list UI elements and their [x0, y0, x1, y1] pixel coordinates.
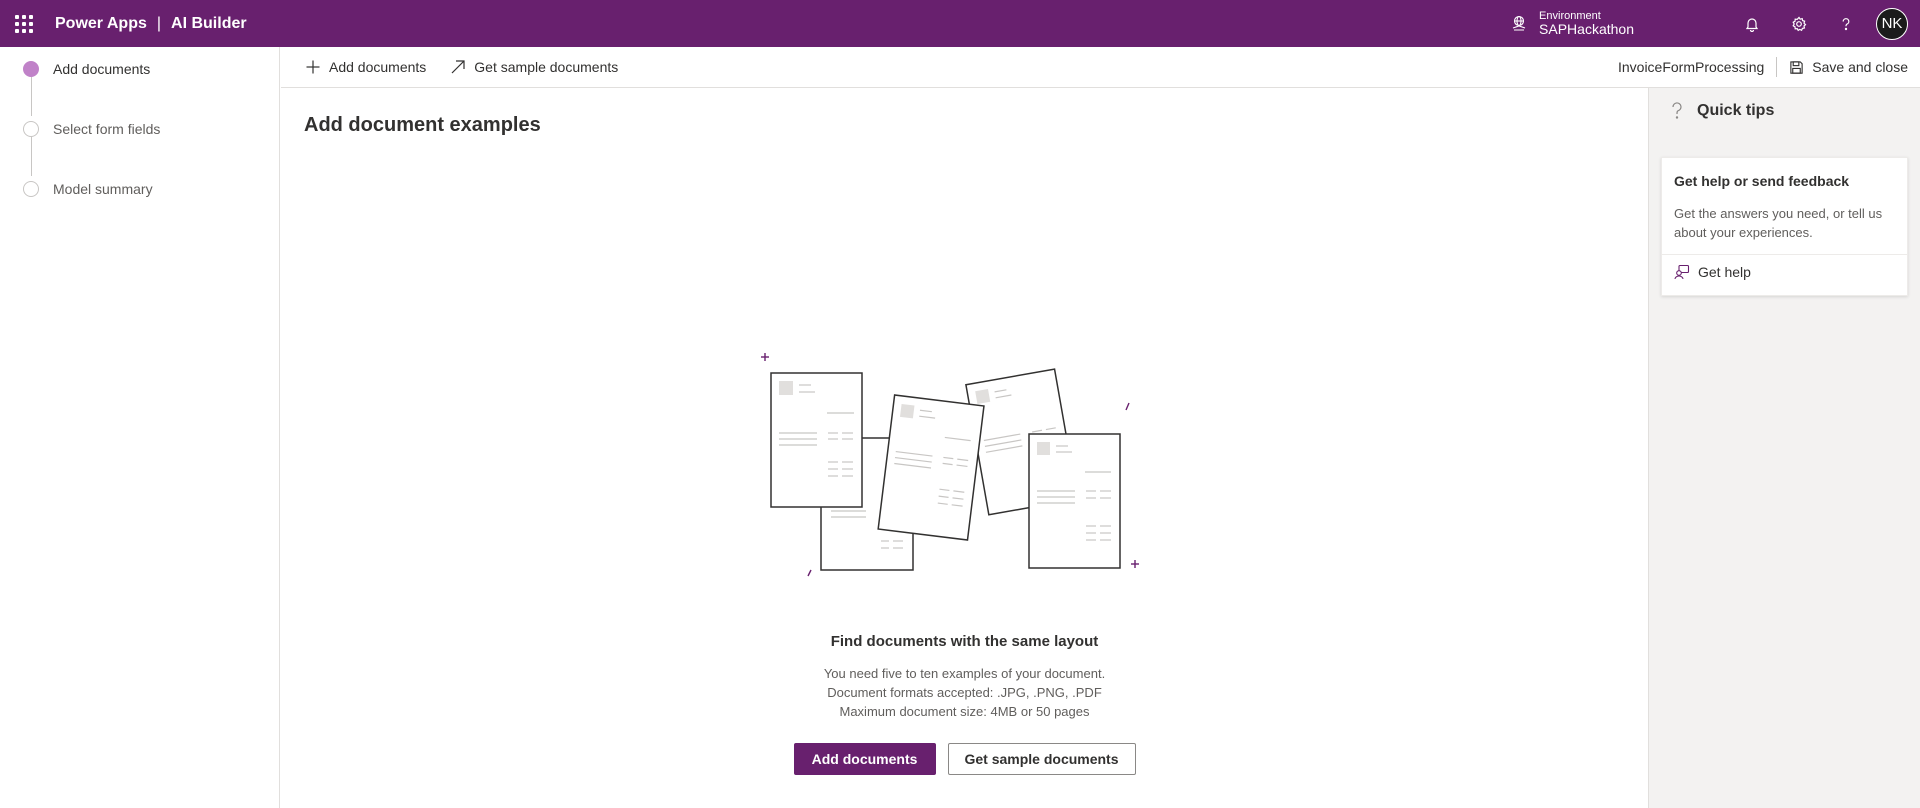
get-sample-documents-command[interactable]: Get sample documents: [438, 47, 630, 87]
step-label: Add documents: [53, 61, 151, 77]
documents-illustration: [761, 353, 1139, 577]
step-label: Model summary: [53, 181, 153, 197]
empty-state-actions: Add documents Get sample documents: [281, 743, 1648, 775]
step-label: Select form fields: [53, 121, 161, 137]
help-button[interactable]: [1822, 0, 1869, 47]
add-documents-command[interactable]: Add documents: [281, 47, 438, 87]
empty-state-description: You need five to ten examples of your do…: [281, 664, 1648, 721]
step-add-documents[interactable]: Add documents: [23, 61, 150, 77]
environment-icon: [1512, 16, 1526, 32]
page-title: Add document examples: [304, 114, 541, 136]
command-label: Get sample documents: [474, 59, 619, 75]
step-indicator: [23, 121, 39, 137]
save-icon: [1790, 60, 1803, 74]
avatar[interactable]: NK: [1876, 7, 1908, 40]
bell-icon: [1745, 17, 1758, 32]
card-body: Get the answers you need, or tell us abo…: [1674, 206, 1883, 240]
description-line: Document formats accepted: .JPG, .PNG, .…: [827, 685, 1102, 700]
get-help-label: Get help: [1698, 264, 1751, 280]
top-app-bar: Power Apps | AI Builder Environment SAPH…: [0, 0, 1920, 47]
document-right-front: [1028, 433, 1121, 569]
main-content: Add document examples Find documents wit…: [281, 88, 1648, 808]
card-divider: [1662, 254, 1907, 255]
get-help-link[interactable]: Get help: [1674, 264, 1751, 280]
command-bar: Add documents Get sample documents Invoi…: [281, 47, 1920, 88]
description-line: You need five to ten examples of your do…: [823, 666, 1106, 681]
step-indicator: [23, 181, 39, 197]
help-feedback-card: Get help or send feedback Get the answer…: [1661, 157, 1908, 296]
waffle-icon: [14, 14, 33, 33]
app-name: Power Apps: [55, 14, 147, 32]
settings-button[interactable]: [1775, 0, 1822, 47]
brand-separator: |: [156, 14, 162, 32]
gear-icon: [1791, 16, 1806, 31]
environment-name: SAPHackathon: [1539, 20, 1634, 37]
add-documents-button[interactable]: Add documents: [793, 743, 936, 775]
question-icon: [1672, 102, 1682, 119]
document-center: [877, 394, 985, 541]
quick-tips-header: Quick tips: [1671, 102, 1774, 120]
environment-picker[interactable]: Environment SAPHackathon: [1511, 10, 1634, 37]
command-label: Save and close: [1812, 59, 1908, 75]
step-select-form-fields[interactable]: Select form fields: [23, 121, 160, 137]
arrow-up-right-icon: [451, 60, 465, 74]
notifications-button[interactable]: [1728, 0, 1775, 47]
step-indicator-active: [23, 61, 39, 77]
model-name[interactable]: InvoiceFormProcessing: [1618, 59, 1776, 75]
question-icon: [1842, 17, 1849, 30]
quick-tips-panel: Quick tips Get help or send feedback Get…: [1648, 88, 1920, 808]
empty-state-title: Find documents with the same layout: [830, 633, 1099, 650]
get-sample-documents-button[interactable]: Get sample documents: [947, 743, 1136, 775]
step-connector: [31, 76, 32, 116]
document-left: [770, 372, 863, 508]
save-and-close-button[interactable]: Save and close: [1777, 47, 1920, 87]
brand-title[interactable]: Power Apps | AI Builder: [55, 15, 247, 33]
card-title: Get help or send feedback: [1674, 173, 1850, 189]
quick-tips-title: Quick tips: [1697, 102, 1775, 119]
wizard-steps: Add documents Select form fields Model s…: [0, 47, 280, 808]
step-connector: [31, 136, 32, 176]
person-feedback-icon: [1674, 264, 1690, 280]
command-label: Add documents: [329, 59, 427, 75]
plus-icon: [306, 60, 320, 74]
step-model-summary[interactable]: Model summary: [23, 181, 153, 197]
description-line: Maximum document size: 4MB or 50 pages: [839, 704, 1090, 719]
product-name: AI Builder: [171, 14, 247, 32]
app-launcher-button[interactable]: [0, 0, 47, 47]
